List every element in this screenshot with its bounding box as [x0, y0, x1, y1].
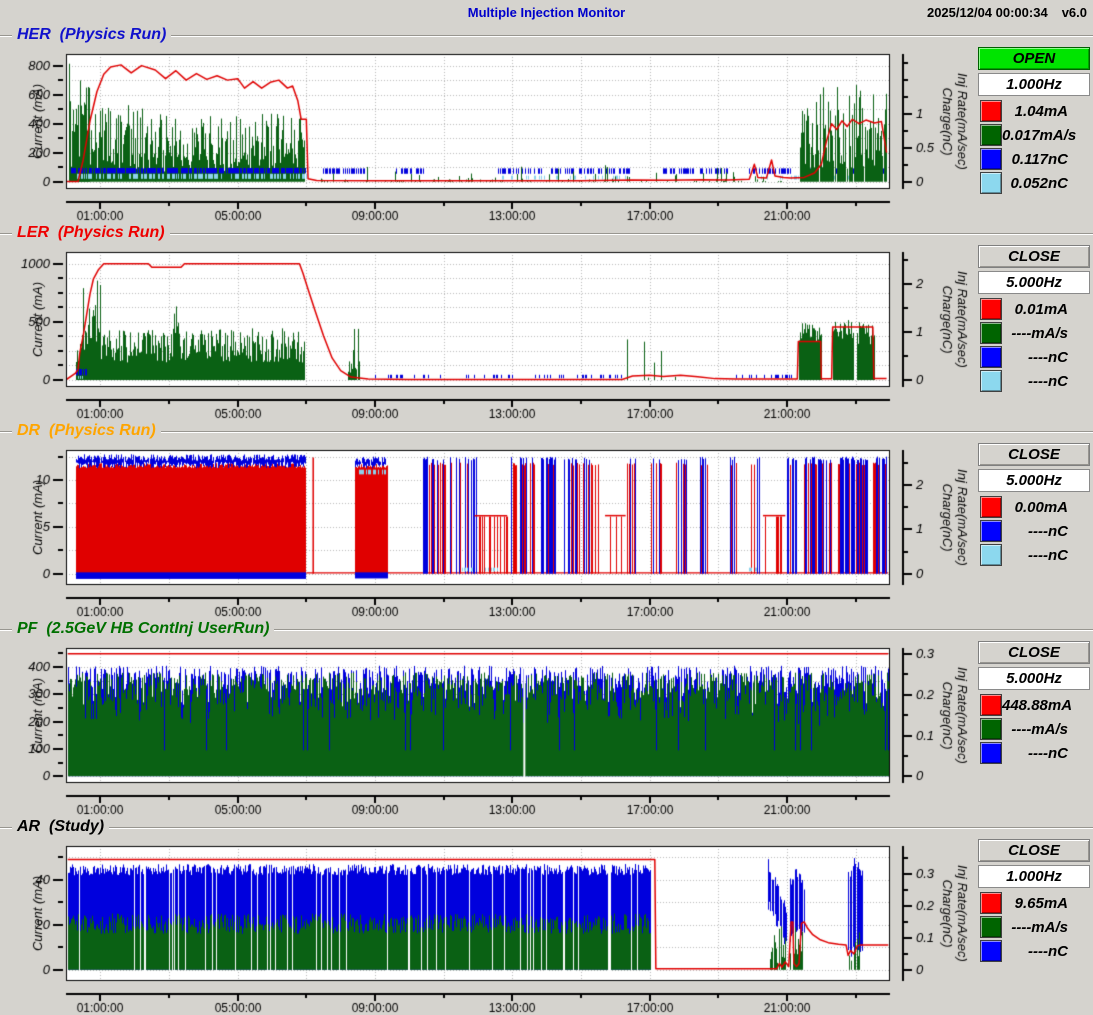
- legend-value-row: ----mA/s: [978, 717, 1090, 741]
- ler-legend-values: 0.01mA ----mA/s ----nC ----nC: [978, 297, 1090, 393]
- legend-value: 0.00mA: [1002, 499, 1090, 516]
- legend-value: ----nC: [1002, 547, 1090, 564]
- legend-value: 0.01mA: [1002, 301, 1090, 318]
- legend-value: ----mA/s: [1002, 919, 1090, 936]
- legend-color-chip: [980, 100, 1002, 122]
- legend-value-row: 0.017mA/s: [978, 123, 1090, 147]
- legend-value-row: ----mA/s: [978, 915, 1090, 939]
- legend-value: ----mA/s: [1002, 721, 1090, 738]
- panel-ar: AR (Study) CLOSE 1.000Hz 9.65mA ----mA/s -…: [0, 817, 1093, 1015]
- legend-color-chip: [980, 940, 1002, 962]
- legend-color-chip: [980, 694, 1002, 716]
- legend-value: ----nC: [1002, 745, 1090, 762]
- legend-value: ----nC: [1002, 523, 1090, 540]
- dr-frequency-display[interactable]: 5.000Hz: [978, 469, 1090, 492]
- legend-color-chip: [980, 124, 1002, 146]
- legend-value: 0.117nC: [1002, 151, 1090, 168]
- legend-value-row: 1.04mA: [978, 99, 1090, 123]
- her-chart: [0, 45, 975, 223]
- legend-color-chip: [980, 370, 1002, 392]
- panel-title-dr: DR (Physics Run): [12, 422, 161, 440]
- her-legend: OPEN 1.000Hz 1.04mA 0.017mA/s 0.117nC 0.052…: [978, 47, 1090, 195]
- legend-value-row: 0.117nC: [978, 147, 1090, 171]
- her-legend-values: 1.04mA 0.017mA/s 0.117nC 0.052nC: [978, 99, 1090, 195]
- her-shutter-button[interactable]: OPEN: [978, 47, 1090, 70]
- panel-ler: LER (Physics Run) CLOSE 5.000Hz 0.01mA --…: [0, 223, 1093, 421]
- legend-value: 0.052nC: [1002, 175, 1090, 192]
- legend-color-chip: [980, 544, 1002, 566]
- ar-frequency-display[interactable]: 1.000Hz: [978, 865, 1090, 888]
- her-frequency-display[interactable]: 1.000Hz: [978, 73, 1090, 96]
- legend-color-chip: [980, 916, 1002, 938]
- legend-value: ----nC: [1002, 373, 1090, 390]
- legend-color-chip: [980, 298, 1002, 320]
- legend-value: 9.65mA: [1002, 895, 1090, 912]
- legend-color-chip: [980, 496, 1002, 518]
- panel-title-pf: PF (2.5GeV HB ContInj UserRun): [12, 620, 274, 638]
- legend-color-chip: [980, 148, 1002, 170]
- pf-legend: CLOSE 5.000Hz 448.88mA ----mA/s ----nC: [978, 641, 1090, 765]
- dr-legend: CLOSE 5.000Hz 0.00mA ----nC ----nC: [978, 443, 1090, 567]
- panel-divider: [0, 431, 1093, 433]
- panel-her: HER (Physics Run) OPEN 1.000Hz 1.04mA 0.0…: [0, 25, 1093, 223]
- dr-chart: [0, 441, 975, 619]
- ler-frequency-display[interactable]: 5.000Hz: [978, 271, 1090, 294]
- pf-frequency-display[interactable]: 5.000Hz: [978, 667, 1090, 690]
- legend-value: 448.88mA: [1002, 697, 1093, 714]
- legend-color-chip: [980, 346, 1002, 368]
- legend-color-chip: [980, 172, 1002, 194]
- ar-legend-values: 9.65mA ----mA/s ----nC: [978, 891, 1090, 963]
- legend-color-chip: [980, 742, 1002, 764]
- panel-title-ar: AR (Study): [12, 818, 109, 836]
- legend-color-chip: [980, 322, 1002, 344]
- panel-title-her: HER (Physics Run): [12, 26, 171, 44]
- legend-value-row: ----nC: [978, 939, 1090, 963]
- version-label: v6.0: [1062, 5, 1087, 20]
- ler-shutter-button[interactable]: CLOSE: [978, 245, 1090, 268]
- ar-chart: [0, 837, 975, 1015]
- legend-value-row: ----nC: [978, 741, 1090, 765]
- legend-value-row: 0.01mA: [978, 297, 1090, 321]
- legend-value: ----mA/s: [1002, 325, 1090, 342]
- timestamp: 2025/12/04 00:00:34 v6.0: [927, 5, 1087, 20]
- app-header: Multiple Injection Monitor 2025/12/04 00…: [0, 0, 1093, 25]
- ler-chart: [0, 243, 975, 421]
- panel-dr: DR (Physics Run) CLOSE 5.000Hz 0.00mA ---…: [0, 421, 1093, 619]
- pf-legend-values: 448.88mA ----mA/s ----nC: [978, 693, 1090, 765]
- legend-value: 0.017mA/s: [1002, 127, 1093, 144]
- panel-pf: PF (2.5GeV HB ContInj UserRun) CLOSE 5.0…: [0, 619, 1093, 817]
- timestamp-text: 2025/12/04 00:00:34: [927, 5, 1048, 20]
- legend-value: ----nC: [1002, 349, 1090, 366]
- ar-shutter-button[interactable]: CLOSE: [978, 839, 1090, 862]
- legend-value-row: 0.052nC: [978, 171, 1090, 195]
- legend-value-row: 0.00mA: [978, 495, 1090, 519]
- legend-value-row: ----nC: [978, 519, 1090, 543]
- legend-value-row: 448.88mA: [978, 693, 1090, 717]
- panel-title-ler: LER (Physics Run): [12, 224, 170, 242]
- pf-chart: [0, 639, 975, 817]
- ar-legend: CLOSE 1.000Hz 9.65mA ----mA/s ----nC: [978, 839, 1090, 963]
- ler-legend: CLOSE 5.000Hz 0.01mA ----mA/s ----nC ----nC: [978, 245, 1090, 393]
- dr-legend-values: 0.00mA ----nC ----nC: [978, 495, 1090, 567]
- dr-shutter-button[interactable]: CLOSE: [978, 443, 1090, 466]
- legend-value-row: 9.65mA: [978, 891, 1090, 915]
- legend-value-row: ----nC: [978, 369, 1090, 393]
- legend-value-row: ----nC: [978, 543, 1090, 567]
- panel-divider: [0, 827, 1093, 829]
- legend-value-row: ----mA/s: [978, 321, 1090, 345]
- legend-color-chip: [980, 718, 1002, 740]
- legend-value-row: ----nC: [978, 345, 1090, 369]
- legend-value: ----nC: [1002, 943, 1090, 960]
- legend-color-chip: [980, 520, 1002, 542]
- pf-shutter-button[interactable]: CLOSE: [978, 641, 1090, 664]
- legend-color-chip: [980, 892, 1002, 914]
- legend-value: 1.04mA: [1002, 103, 1090, 120]
